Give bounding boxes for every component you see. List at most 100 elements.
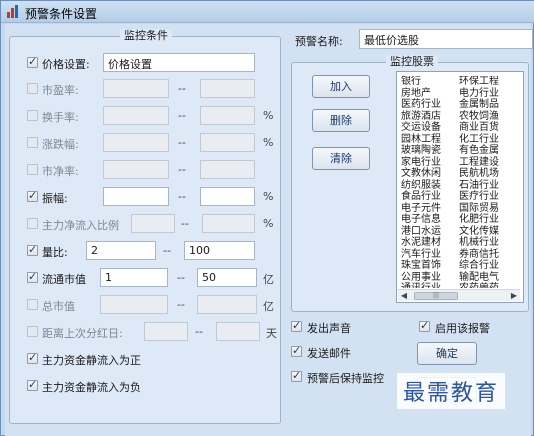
amplitude-max-field[interactable] (200, 187, 255, 206)
volume-ratio-min-field[interactable]: 2 (86, 241, 156, 260)
float-cap-min-field[interactable]: 1 (100, 268, 168, 287)
condition-row-amplitude: 振幅: -- % (10, 187, 280, 207)
price-checkbox[interactable] (27, 55, 38, 68)
stock-list-item[interactable]: 水泥建材 (401, 237, 459, 249)
stock-list-item[interactable]: 电力行业 (459, 88, 517, 100)
stock-list-item[interactable]: 券商信托 (459, 249, 517, 261)
float-cap-checkbox[interactable] (27, 270, 38, 283)
change-label: 涨跌幅: (42, 138, 79, 151)
stock-list-item[interactable]: 旅游酒店 (401, 111, 459, 123)
change-max-field[interactable] (200, 133, 255, 152)
volume-ratio-label: 量比: (42, 246, 68, 259)
stock-listbox[interactable]: 银行 房地产 医药行业 旅游酒店 交运设备 园林工程 玻璃陶瓷 家电行业 文教休闲 纺织服装 食品行… (396, 71, 524, 303)
condition-row-main-negative: 主力资金静流入为负 (10, 376, 280, 396)
net-inflow-ratio-checkbox[interactable] (27, 218, 38, 229)
pb-max-field[interactable] (200, 160, 255, 179)
pe-min-field[interactable] (103, 79, 169, 98)
stock-list-item[interactable]: 国际贸易 (459, 203, 517, 215)
stock-list-item[interactable]: 家电行业 (401, 157, 459, 169)
stock-list-item[interactable]: 环保工程 (459, 76, 517, 88)
list-horizontal-scrollbar[interactable]: ◀ ||| ▶ (398, 289, 520, 301)
net-inflow-ratio-min-field[interactable] (131, 214, 175, 233)
dividend-checkbox[interactable] (27, 326, 38, 337)
condition-row-pb: 市净率: -- (10, 160, 280, 180)
stock-list-item[interactable]: 文化传媒 (459, 226, 517, 238)
stock-list-item[interactable]: 化肥行业 (459, 214, 517, 226)
stock-list-item[interactable]: 石油行业 (459, 180, 517, 192)
alert-name-label: 预警名称: (295, 35, 343, 48)
keep-monitor-checkbox[interactable] (291, 369, 302, 382)
stock-list-item[interactable]: 交运设备 (401, 122, 459, 134)
change-checkbox[interactable] (27, 137, 38, 148)
stock-list-item[interactable]: 公用事业 (401, 272, 459, 284)
stock-list-item[interactable]: 电子信息 (401, 214, 459, 226)
main-positive-checkbox[interactable] (27, 351, 38, 364)
stock-list-item[interactable]: 输配电气 (459, 272, 517, 284)
stock-list-item[interactable]: 房地产 (401, 88, 459, 100)
stock-list-item[interactable]: 民航机场 (459, 168, 517, 180)
dividend-max-field[interactable] (216, 322, 260, 341)
scroll-right-icon[interactable]: ▶ (508, 290, 520, 301)
stock-list-item[interactable]: 银行 (401, 76, 459, 88)
total-cap-checkbox[interactable] (27, 299, 38, 310)
amplitude-checkbox[interactable] (27, 189, 38, 202)
stock-list-item[interactable]: 有色金属 (459, 145, 517, 157)
stock-list-item[interactable]: 通讯行业 (401, 283, 459, 288)
price-setting-field[interactable]: 价格设置 (103, 53, 255, 72)
net-inflow-ratio-max-field[interactable] (202, 214, 255, 233)
pe-max-field[interactable] (200, 79, 255, 98)
stock-list-item[interactable]: 医疗行业 (459, 191, 517, 203)
beep-checkbox[interactable] (291, 319, 302, 332)
stock-list-item[interactable]: 园林工程 (401, 134, 459, 146)
stock-list-item[interactable]: 汽车行业 (401, 249, 459, 261)
stock-list-item[interactable]: 商业百货 (459, 122, 517, 134)
pe-checkbox[interactable] (27, 83, 38, 94)
beep-label: 发出声音 (307, 322, 351, 335)
stock-list-item[interactable]: 珠宝首饰 (401, 260, 459, 272)
stock-list-item[interactable]: 综合行业 (459, 260, 517, 272)
dividend-min-field[interactable] (144, 322, 188, 341)
stock-list-item[interactable]: 化工行业 (459, 134, 517, 146)
condition-row-pe: 市盈率: -- (10, 79, 280, 99)
stock-list-item[interactable]: 港口水运 (401, 226, 459, 238)
stock-list-item[interactable]: 文教休闲 (401, 168, 459, 180)
stock-list-item[interactable]: 食品行业 (401, 191, 459, 203)
stock-list-item[interactable]: 机械行业 (459, 237, 517, 249)
stock-list-item[interactable]: 电子元件 (401, 203, 459, 215)
float-cap-max-field[interactable]: 50 (197, 268, 257, 287)
ok-button[interactable]: 确定 (417, 342, 477, 365)
change-min-field[interactable] (103, 133, 169, 152)
amplitude-min-field[interactable] (103, 187, 169, 206)
total-cap-min-field[interactable] (100, 295, 168, 314)
main-negative-checkbox[interactable] (27, 378, 38, 391)
email-label: 发送邮件 (307, 347, 351, 360)
stock-list-item[interactable]: 医药行业 (401, 99, 459, 111)
turnover-min-field[interactable] (103, 106, 169, 125)
scroll-thumb[interactable]: ||| (414, 292, 458, 300)
turnover-checkbox[interactable] (27, 110, 38, 121)
change-unit: % (263, 136, 274, 149)
stock-list-item[interactable]: 玻璃陶瓷 (401, 145, 459, 157)
pb-checkbox[interactable] (27, 164, 38, 175)
stock-list-item[interactable]: 纺织服装 (401, 180, 459, 192)
email-checkbox[interactable] (291, 344, 302, 357)
option-beep: 发出声音 (289, 317, 409, 337)
alert-name-field[interactable]: 最低价选股 (359, 29, 533, 49)
stock-list-item[interactable]: 农牧饲渔 (459, 111, 517, 123)
total-cap-unit: 亿 (263, 300, 274, 313)
monitor-stocks-group: 监控股票 加入 删除 清除 银行 房地产 医药行业 旅游酒店 交运设备 园林工程 玻璃陶瓷家… (291, 55, 529, 312)
enable-alert-checkbox[interactable] (419, 319, 430, 332)
scroll-left-icon[interactable]: ◀ (398, 290, 410, 301)
stock-list-item[interactable]: 工程建设 (459, 157, 517, 169)
add-button[interactable]: 加入 (312, 75, 370, 98)
total-cap-max-field[interactable] (197, 295, 257, 314)
pb-min-field[interactable] (103, 160, 169, 179)
delete-button[interactable]: 删除 (312, 109, 370, 132)
volume-ratio-checkbox[interactable] (27, 243, 38, 256)
stock-list-item[interactable]: 农药兽药 (459, 283, 517, 288)
turnover-max-field[interactable] (200, 106, 255, 125)
volume-ratio-max-field[interactable]: 100 (184, 241, 255, 260)
dividend-label: 距离上次分红日: (42, 327, 123, 340)
clear-button[interactable]: 清除 (312, 147, 370, 170)
stock-list-item[interactable]: 金属制品 (459, 99, 517, 111)
